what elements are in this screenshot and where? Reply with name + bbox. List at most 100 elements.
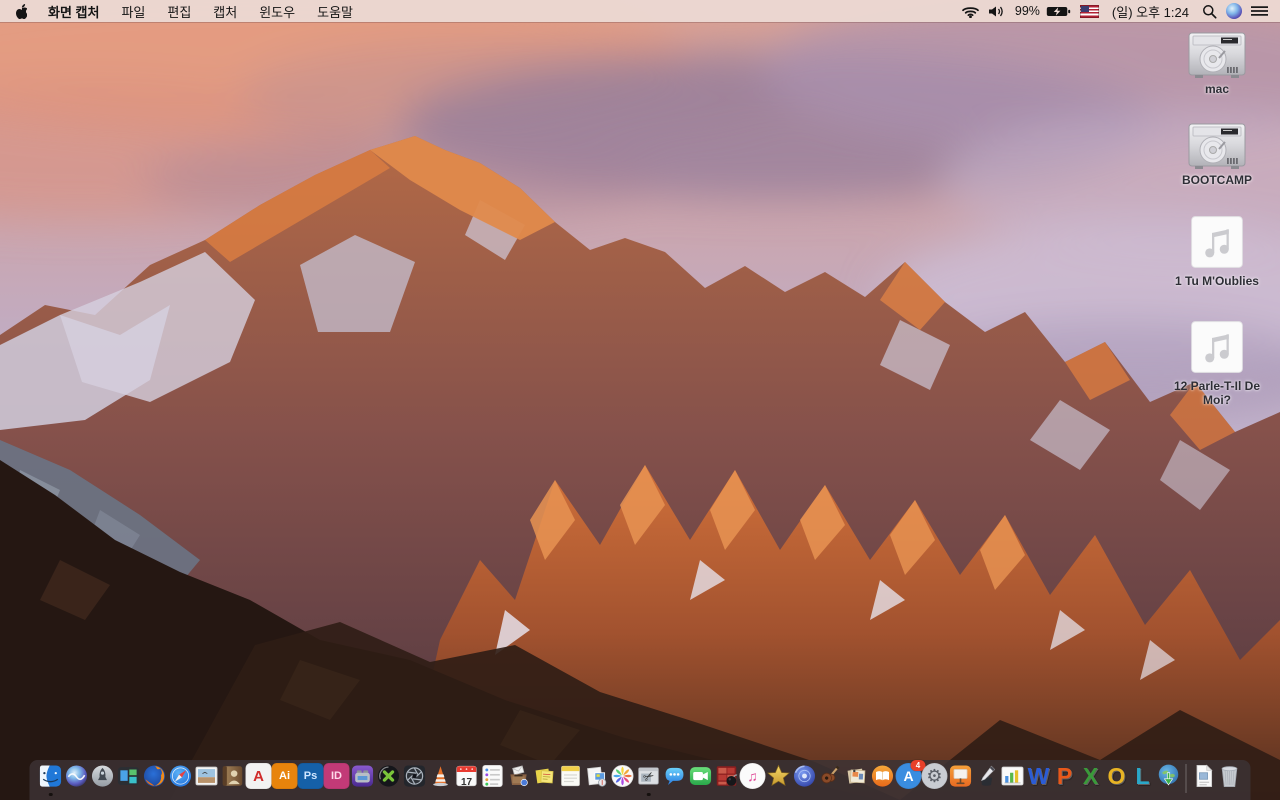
dock-item-facetime[interactable]	[688, 763, 714, 796]
menu-item-1[interactable]: 편집	[156, 5, 202, 20]
pages-icon	[974, 763, 1000, 789]
preview-icon	[194, 763, 220, 789]
dock-item-divx-player[interactable]	[376, 763, 402, 796]
wifi-icon[interactable]	[962, 5, 979, 18]
dock-item-launchpad[interactable]	[90, 763, 116, 796]
desktop-icon-drive-1[interactable]: BOOTCAMP	[1162, 122, 1272, 187]
mailbox-icon	[506, 763, 532, 789]
notes-icon	[558, 763, 584, 789]
dock-item-vlc[interactable]	[428, 763, 454, 796]
volume-icon[interactable]	[988, 5, 1006, 18]
dock-item-system-preferences[interactable]: ⚙	[921, 763, 948, 796]
search-icon[interactable]	[1202, 4, 1217, 19]
dock-item-document[interactable]	[1191, 763, 1217, 796]
dock-item-outlook[interactable]: O	[1104, 763, 1130, 796]
dock-item-firefox[interactable]	[142, 763, 168, 796]
numbers-icon	[1000, 763, 1026, 789]
photos-icon	[610, 763, 636, 789]
dock-item-photos[interactable]	[610, 763, 636, 796]
dock-item-numbers[interactable]	[1000, 763, 1026, 796]
dock-item-siri[interactable]	[64, 763, 90, 796]
dock-item-stickies[interactable]	[532, 763, 558, 796]
facetime-icon	[688, 763, 714, 789]
dock-item-trash[interactable]	[1217, 763, 1243, 796]
dock-item-contacts[interactable]	[220, 763, 246, 796]
dock-item-app-store[interactable]: A4	[895, 760, 926, 796]
calendar-glyph: 17	[460, 777, 473, 788]
lync-glyph: L	[1135, 762, 1150, 789]
docfile-icon	[1191, 763, 1217, 789]
dock-item-preview[interactable]	[194, 763, 220, 796]
dock-item-mission-control[interactable]	[116, 763, 142, 796]
dock-item-aperture[interactable]	[402, 763, 428, 796]
dock-item-notes[interactable]	[558, 763, 584, 796]
dock-item-illustrator[interactable]: Ai	[271, 763, 298, 796]
menu-bar-left: 화면 캡처 파일 편집 캡처 윈도우 도움말	[0, 0, 364, 22]
firefox-icon	[142, 763, 168, 789]
excel-glyph: X	[1082, 762, 1099, 789]
menu-bar-clock[interactable]: (일) 오후 1:24	[1108, 2, 1193, 21]
dock-item-keynote[interactable]	[948, 763, 974, 796]
siri-icon	[64, 763, 90, 789]
desktop-icon-audio-3[interactable]: 12 Parle-T-Il De Moi?	[1162, 318, 1272, 407]
imovie-icon	[766, 763, 792, 789]
dock-item-download-globe[interactable]	[1156, 763, 1182, 796]
finder-running-indicator	[48, 792, 53, 796]
dock-item-messages[interactable]	[662, 763, 688, 796]
dock-item-idvd[interactable]	[792, 763, 818, 796]
mission-icon	[116, 763, 142, 789]
scrapbook-icon	[844, 763, 870, 789]
audio-icon	[1188, 318, 1246, 376]
trash-icon	[1217, 763, 1243, 789]
dock-item-word[interactable]: W	[1026, 763, 1052, 796]
flag-canton	[1080, 5, 1089, 12]
dock-item-reminders[interactable]	[480, 763, 506, 796]
dock-item-excel[interactable]: X	[1078, 763, 1104, 796]
dock-item-finder[interactable]	[38, 763, 64, 796]
menu-item-0[interactable]: 파일	[110, 5, 156, 20]
siri-icon[interactable]	[1226, 3, 1242, 19]
desktop-icon-drive-0[interactable]: mac	[1162, 31, 1272, 96]
dock-item-itunes[interactable]: ♫	[739, 763, 766, 796]
dock-item-acrobat-reader[interactable]: A	[245, 763, 272, 796]
dock-item-toast[interactable]	[350, 763, 376, 796]
battery-charging-icon[interactable]	[1046, 5, 1071, 18]
dock-item-imovie[interactable]	[766, 763, 792, 796]
dock-item-garageband[interactable]	[818, 763, 844, 796]
ibooks-icon	[870, 763, 896, 789]
menu-item-3[interactable]: 윈도우	[248, 5, 306, 20]
acrobat-reader-glyph: A	[253, 767, 264, 785]
dock-item-mail-drop-box[interactable]	[506, 763, 532, 796]
dock-item-scrapbook[interactable]	[844, 763, 870, 796]
menu-item-2[interactable]: 캡처	[202, 5, 248, 20]
grab-screen-capture-running-indicator	[646, 792, 651, 796]
dock-item-grab-screen-capture[interactable]: ✂	[636, 763, 662, 796]
itunes-glyph: ♫	[747, 768, 758, 784]
desktop-icon-label: 1 Tu M'Oublies	[1175, 274, 1259, 288]
app-menus: 파일 편집 캡처 윈도우 도움말	[110, 2, 364, 21]
drive-icon	[1185, 122, 1249, 170]
dock-item-powerpoint[interactable]: P	[1052, 763, 1078, 796]
apple-menu[interactable]	[0, 0, 37, 22]
contacts-icon	[220, 763, 246, 789]
dock-item-photoshop[interactable]: Ps	[297, 763, 324, 796]
safari-icon	[168, 763, 194, 789]
desktop-icon-audio-2[interactable]: 1 Tu M'Oublies	[1162, 213, 1272, 288]
word-glyph: W	[1027, 762, 1050, 789]
dock-item-photo-contact-sheet[interactable]	[714, 763, 740, 796]
vlc-icon	[428, 763, 454, 789]
dock-item-indesign[interactable]: ID	[323, 763, 350, 796]
dock-item-ibooks[interactable]	[870, 763, 896, 796]
dock-item-calendar[interactable]: 17	[454, 763, 480, 796]
dock-item-stationery[interactable]	[584, 763, 610, 796]
active-app-menu[interactable]: 화면 캡처	[37, 2, 110, 21]
system-preferences-glyph: ⚙	[926, 766, 943, 786]
input-source-us-flag[interactable]	[1079, 4, 1099, 18]
notification-center-icon[interactable]	[1251, 5, 1268, 17]
dock-item-lync[interactable]: L	[1130, 763, 1156, 796]
menu-item-4[interactable]: 도움말	[306, 5, 364, 20]
reminders-icon	[480, 763, 506, 789]
menu-bar-status: 99% (일) 오후 1:24	[962, 0, 1280, 22]
dock-item-pages[interactable]	[974, 763, 1000, 796]
dock-item-safari[interactable]	[168, 763, 194, 796]
